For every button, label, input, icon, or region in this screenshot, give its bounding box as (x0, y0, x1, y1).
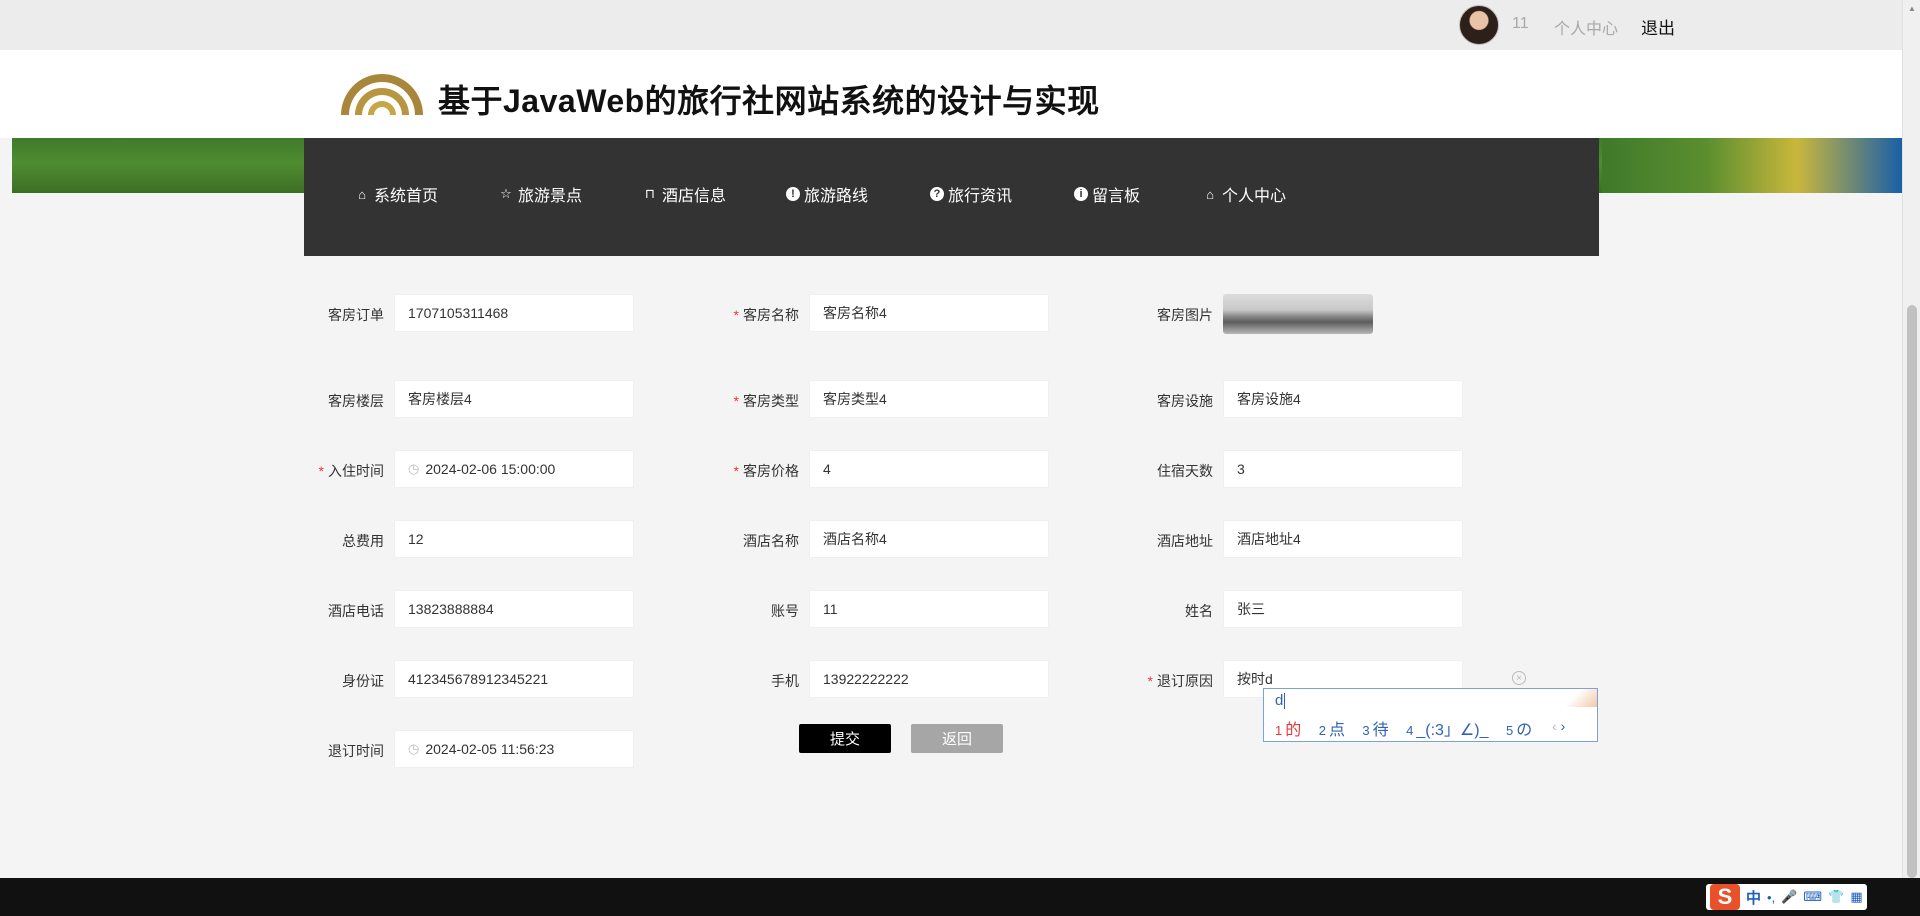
nav-messages[interactable]: i 留言板 (1074, 181, 1140, 207)
personal-center-link[interactable]: 个人中心 (1554, 15, 1618, 39)
label-checkin: * 入住时间 (318, 463, 384, 479)
nav-label: 系统首页 (374, 188, 439, 205)
sogou-logo-icon[interactable]: S (1710, 884, 1740, 910)
chevron-right-icon[interactable]: › (1561, 718, 1566, 734)
hotel-phone-field[interactable]: 13823888884 (394, 590, 634, 628)
chinese-mode-icon[interactable]: 中 (1746, 887, 1761, 908)
ime-candidate[interactable]: 2点 (1319, 722, 1345, 739)
back-button[interactable]: 返回 (911, 724, 1003, 753)
hotel-addr-field[interactable]: 酒店地址4 (1223, 520, 1463, 558)
label-hotel-addr: 酒店地址 (1157, 533, 1213, 549)
label-name: 姓名 (1185, 603, 1213, 619)
home-icon: ⌂ (358, 186, 366, 202)
days-field[interactable]: 3 (1223, 450, 1463, 488)
hotel-name-field[interactable]: 酒店名称4 (809, 520, 1049, 558)
price-field[interactable]: 4 (809, 450, 1049, 488)
grid-menu-icon[interactable]: ▦ (1850, 889, 1862, 905)
mobile-field[interactable]: 13922222222 (809, 660, 1049, 698)
room-image[interactable] (1223, 294, 1373, 334)
clock-icon: ◷ (408, 741, 420, 756)
ime-candidate[interactable]: 3待 (1362, 722, 1388, 739)
label-room-name: * 客房名称 (733, 307, 799, 323)
chevron-left-icon[interactable]: ‹ (1552, 718, 1557, 734)
name-field[interactable]: 张三 (1223, 590, 1463, 628)
label-total: 总费用 (342, 533, 384, 549)
ime-candidate-popup: d 1的 2点 3待 4 _(:3」∠)_ 5の ‹ › (1263, 688, 1598, 742)
label-hotel-name: 酒店名称 (743, 533, 799, 549)
facilities-field[interactable]: 客房设施4 (1223, 380, 1463, 418)
nav-label: 旅游景点 (518, 188, 583, 205)
account-field[interactable]: 11 (809, 590, 1049, 628)
taskbar (0, 878, 1920, 916)
ime-candidate[interactable]: 1的 (1275, 722, 1301, 739)
avatar[interactable] (1459, 5, 1499, 45)
home-icon: ⌂ (1206, 186, 1214, 202)
top-bar: 11 个人中心 退出 (0, 0, 1902, 50)
skin-icon[interactable]: 👕 (1828, 889, 1844, 905)
ime-page-arrows[interactable]: ‹ › (1552, 718, 1565, 734)
star-icon: ☆ (500, 186, 512, 201)
nav-routes[interactable]: ! 旅游路线 (786, 181, 868, 207)
nav-label: 旅游路线 (804, 188, 869, 205)
scrollbar-thumb[interactable] (1907, 305, 1917, 878)
label-facilities: 客房设施 (1157, 393, 1213, 409)
ime-candidates: 1的 2点 3待 4 _(:3」∠)_ 5の (1275, 716, 1545, 740)
microphone-icon[interactable]: 🎤 (1781, 889, 1797, 905)
site-title: 基于JavaWeb的旅行社网站系统的设计与实现 (438, 83, 1100, 119)
bag-icon: ⊓ (644, 186, 656, 201)
punctuation-icon[interactable]: •, (1767, 890, 1775, 905)
room-name-field[interactable]: 客房名称4 (809, 294, 1049, 332)
nav-news[interactable]: ? 旅行资讯 (930, 181, 1012, 207)
label-room-image: 客房图片 (1157, 307, 1213, 323)
nav-personal-center[interactable]: ⌂ 个人中心 (1202, 181, 1286, 207)
label-id-card: 身份证 (342, 673, 384, 689)
page-scrollbar[interactable]: ▲ (1902, 0, 1920, 878)
room-type-field[interactable]: 客房类型4 (809, 380, 1049, 418)
id-card-field[interactable]: 412345678912345221 (394, 660, 634, 698)
ime-candidate[interactable]: 4 _(:3」∠)_ (1406, 722, 1488, 739)
label-account: 账号 (771, 603, 799, 619)
total-field[interactable]: 12 (394, 520, 634, 558)
clear-icon[interactable]: × (1512, 671, 1526, 685)
site-header: 基于JavaWeb的旅行社网站系统的设计与实现 (0, 50, 1902, 138)
label-mobile: 手机 (771, 673, 799, 689)
ime-decoration (1567, 689, 1597, 707)
keyboard-icon[interactable]: ⌨ (1803, 889, 1822, 905)
nav-label: 个人中心 (1222, 188, 1287, 205)
nav-hotels[interactable]: ⊓ 酒店信息 (642, 181, 726, 207)
main-nav: ⌂ 系统首页 ☆ 旅游景点 ⊓ 酒店信息 ! 旅游路线 ? 旅行资讯 i 留言板… (304, 138, 1599, 256)
nav-attractions[interactable]: ☆ 旅游景点 (498, 181, 582, 207)
logo-icon (341, 74, 423, 115)
ime-candidate[interactable]: 5の (1506, 722, 1532, 739)
label-order-no: 客房订单 (328, 307, 384, 323)
nav-label: 留言板 (1092, 188, 1141, 205)
cancel-time-field[interactable]: ◷ 2024-02-05 11:56:23 (394, 730, 634, 768)
scroll-up-icon[interactable]: ▲ (1908, 4, 1916, 13)
label-days: 住宿天数 (1157, 463, 1213, 479)
clock-icon: ◷ (408, 461, 420, 476)
label-room-type: * 客房类型 (733, 393, 799, 409)
nav-home[interactable]: ⌂ 系统首页 (354, 181, 438, 207)
label-hotel-phone: 酒店电话 (328, 603, 384, 619)
label-cancel-time: 退订时间 (328, 743, 384, 759)
floor-field[interactable]: 客房楼层4 (394, 380, 634, 418)
order-no-field[interactable]: 1707105311468 (394, 294, 634, 332)
info-circle-icon: i (1074, 187, 1088, 201)
question-circle-icon: ? (930, 187, 944, 201)
nav-label: 旅行资讯 (948, 188, 1013, 205)
checkin-field[interactable]: ◷ 2024-02-06 15:00:00 (394, 450, 634, 488)
ime-tray: S 中 •, 🎤 ⌨ 👕 ▦ (1706, 884, 1867, 910)
label-floor: 客房楼层 (328, 393, 384, 409)
label-price: * 客房价格 (733, 463, 799, 479)
submit-button[interactable]: 提交 (799, 724, 891, 753)
alert-circle-icon: ! (786, 187, 800, 201)
ime-composition: d (1275, 692, 1286, 710)
label-cancel-reason: * 退订原因 (1147, 673, 1213, 689)
nav-label: 酒店信息 (662, 188, 727, 205)
username: 11 (1512, 15, 1529, 32)
logout-link[interactable]: 退出 (1641, 14, 1675, 39)
